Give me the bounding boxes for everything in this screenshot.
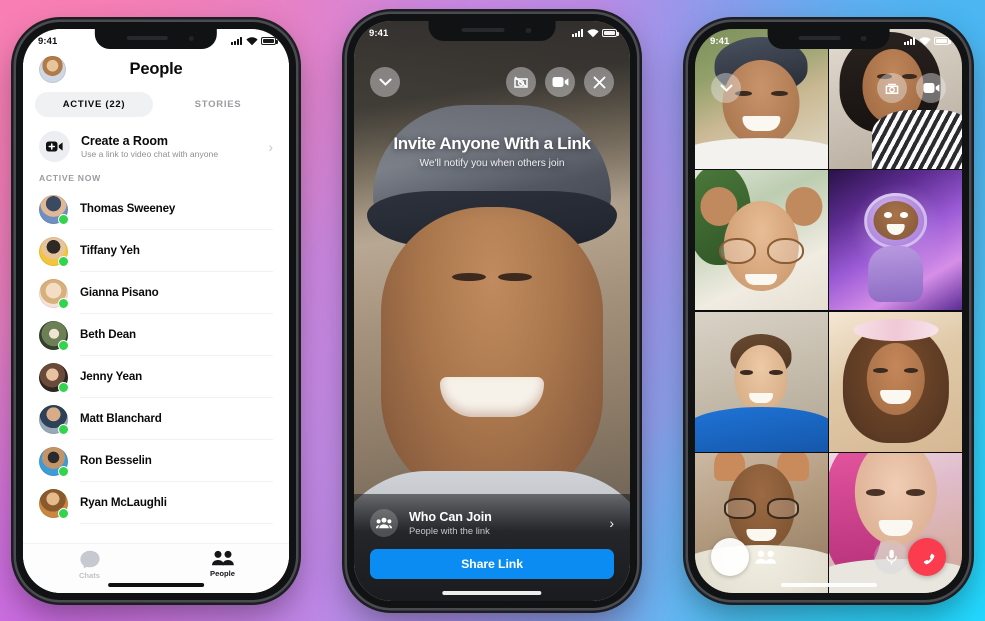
create-room-title: Create a Room <box>81 133 168 148</box>
list-item[interactable]: Ryan McLaughli <box>23 482 289 524</box>
contact-name: Matt Blanchard <box>80 398 273 440</box>
contact-name: Jenny Yean <box>80 356 273 398</box>
avatar <box>39 488 69 519</box>
status-time: 9:41 <box>369 27 389 39</box>
effects-circle-icon[interactable] <box>711 538 749 576</box>
phone-room-invite: 9:41 Invite Anyone With a Link We'll not… <box>347 14 637 608</box>
camera-flip-icon[interactable] <box>877 73 907 103</box>
top-right-controls <box>877 73 946 103</box>
video-camera-icon[interactable] <box>545 67 575 97</box>
top-controls <box>354 65 630 99</box>
chevron-down-icon[interactable] <box>370 67 400 97</box>
battery-icon <box>261 37 278 45</box>
participant-grid <box>695 29 962 593</box>
notch <box>94 29 218 49</box>
who-can-join-subtitle: People with the link <box>409 525 490 537</box>
people-icon <box>211 550 234 566</box>
list-item[interactable]: Tiffany Yeh <box>23 230 289 272</box>
participant-tile-4[interactable] <box>829 170 962 311</box>
end-call-icon[interactable] <box>908 538 946 576</box>
list-item[interactable]: Gianna Pisano <box>23 272 289 314</box>
avatar <box>39 278 69 309</box>
minimize-button[interactable] <box>711 73 741 103</box>
tab-stories[interactable]: STORIES <box>159 92 277 117</box>
share-link-button[interactable]: Share Link <box>370 549 614 579</box>
signal-bars-icon <box>231 37 242 45</box>
screen-room-invite: 9:41 Invite Anyone With a Link We'll not… <box>354 21 630 601</box>
contact-name: Gianna Pisano <box>80 272 273 314</box>
battery-icon <box>934 37 951 45</box>
tab-active[interactable]: ACTIVE (22) <box>35 92 153 117</box>
wifi-icon <box>586 28 599 37</box>
screen-people-list: 9:41 People ACTIVE (22) STORIES Create a… <box>23 29 289 593</box>
contact-list[interactable]: Thomas Sweeney Tiffany Yeh Gianna Pisano… <box>23 188 289 543</box>
contact-name: Ryan McLaughli <box>80 482 273 524</box>
home-indicator <box>442 591 542 595</box>
status-time: 9:41 <box>710 35 730 47</box>
phone-group-call: 9:41 <box>688 22 969 600</box>
avatar <box>39 446 69 477</box>
list-item[interactable]: Thomas Sweeney <box>23 188 289 230</box>
profile-avatar[interactable] <box>39 56 66 83</box>
who-can-join-row[interactable]: Who Can Join People with the link › <box>370 506 614 549</box>
hero-subtitle: We'll notify you when others join <box>419 158 565 169</box>
signal-bars-icon <box>904 37 915 45</box>
avatar <box>39 194 69 225</box>
notch <box>428 21 556 41</box>
bottom-sheet: Who Can Join People with the link › Shar… <box>354 494 630 601</box>
avatar <box>39 320 69 351</box>
add-people-icon[interactable] <box>749 540 783 574</box>
tabbar-chats-label: Chats <box>78 571 101 580</box>
page-title: People <box>129 60 183 78</box>
participant-tile-3[interactable] <box>695 170 828 311</box>
hero-text: Invite Anyone With a Link We'll notify y… <box>354 134 630 169</box>
close-x-icon[interactable] <box>584 67 614 97</box>
hero-title: Invite Anyone With a Link <box>393 134 591 153</box>
contact-name: Tiffany Yeh <box>80 230 273 272</box>
participant-tile-6[interactable] <box>829 311 962 452</box>
avatar <box>39 362 69 393</box>
chat-bubble-icon <box>79 550 100 569</box>
home-indicator <box>108 583 204 587</box>
status-time: 9:41 <box>38 35 58 47</box>
home-indicator <box>780 583 877 587</box>
video-plus-icon <box>39 131 70 162</box>
signal-bars-icon <box>572 29 583 37</box>
contact-name: Beth Dean <box>80 314 273 356</box>
avatar <box>39 404 69 435</box>
chevron-down-icon <box>711 73 741 103</box>
tabbar-chats[interactable]: Chats <box>23 550 156 580</box>
list-item[interactable]: Jenny Yean <box>23 356 289 398</box>
list-item[interactable]: Beth Dean <box>23 314 289 356</box>
tabbar-people[interactable]: People <box>156 550 289 578</box>
chevron-right-icon: › <box>268 138 273 155</box>
camera-flip-off-icon[interactable] <box>506 67 536 97</box>
call-controls <box>695 537 962 577</box>
people-group-icon <box>370 509 398 537</box>
active-now-label: ACTIVE NOW <box>39 173 101 183</box>
list-item[interactable]: Ron Besselin <box>23 440 289 482</box>
chevron-right-icon: › <box>609 515 614 531</box>
avatar <box>39 236 69 267</box>
contact-name: Ron Besselin <box>80 440 273 482</box>
wifi-icon <box>245 36 258 45</box>
contact-name: Thomas Sweeney <box>80 188 273 230</box>
battery-icon <box>602 29 619 37</box>
tabbar-people-label: People <box>210 569 235 578</box>
phone-people-list: 9:41 People ACTIVE (22) STORIES Create a… <box>16 22 296 600</box>
who-can-join-title: Who Can Join <box>409 509 492 524</box>
video-camera-icon[interactable] <box>916 73 946 103</box>
create-room-row[interactable]: Create a Room Use a link to video chat w… <box>23 123 289 173</box>
screen-group-call: 9:41 <box>695 29 962 593</box>
participant-tile-5[interactable] <box>695 311 828 452</box>
create-room-subtitle: Use a link to video chat with anyone <box>81 149 219 160</box>
wifi-icon <box>918 36 931 45</box>
tab-row: ACTIVE (22) STORIES <box>23 83 289 123</box>
microphone-icon[interactable] <box>874 540 908 574</box>
notch <box>767 29 890 49</box>
list-item[interactable]: Matt Blanchard <box>23 398 289 440</box>
